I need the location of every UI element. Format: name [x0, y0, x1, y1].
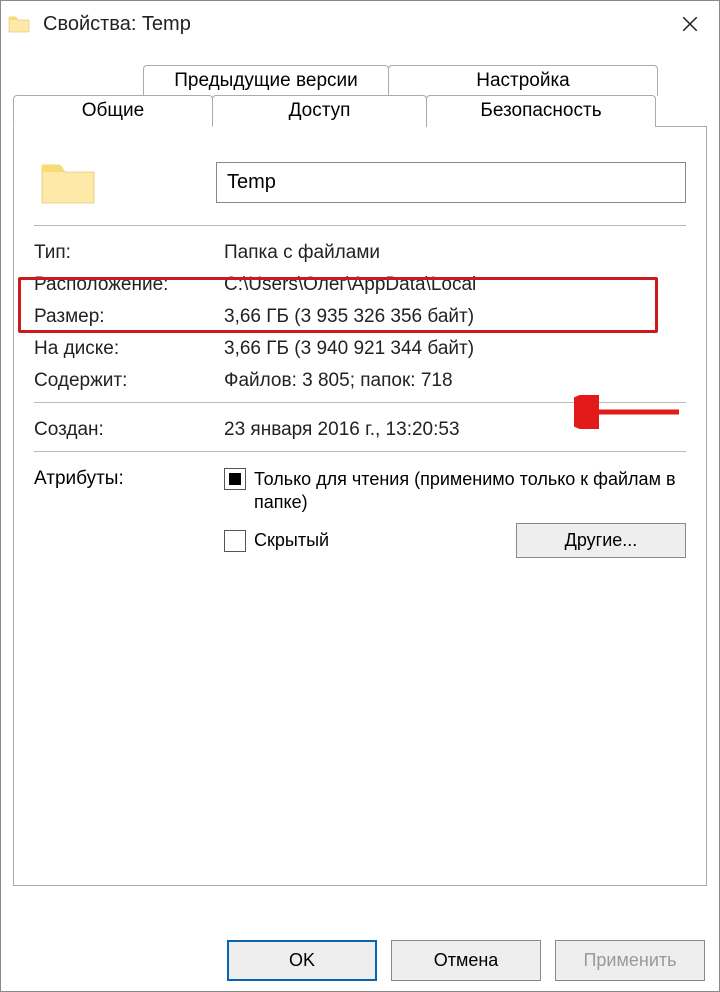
location-label: Расположение:: [34, 274, 224, 296]
content-area: Предыдущие версии Настройка Общие Доступ…: [1, 47, 719, 898]
type-label: Тип:: [34, 242, 224, 264]
tab-customize[interactable]: Настройка: [388, 65, 658, 96]
advanced-button[interactable]: Другие...: [516, 523, 686, 558]
contains-value: Файлов: 3 805; папок: 718: [224, 370, 686, 392]
size-on-disk-label: На диске:: [34, 338, 224, 360]
dialog-buttons: OK Отмена Применить: [227, 940, 705, 981]
folder-icon: [7, 12, 31, 36]
readonly-label: Только для чтения (применимо только к фа…: [254, 468, 686, 513]
tab-general[interactable]: Общие: [13, 95, 213, 127]
properties-dialog: Свойства: Temp Предыдущие версии Настрой…: [0, 0, 720, 992]
apply-button[interactable]: Применить: [555, 940, 705, 981]
tab-panel-general: Тип: Папка с файлами Расположение: C:\Us…: [13, 126, 707, 886]
attributes-label: Атрибуты:: [34, 468, 224, 490]
type-value: Папка с файлами: [224, 242, 686, 264]
tab-security[interactable]: Безопасность: [426, 95, 656, 127]
close-icon: [681, 15, 699, 33]
separator: [34, 451, 686, 452]
created-label: Создан:: [34, 419, 224, 441]
tab-sharing[interactable]: Доступ: [212, 95, 427, 127]
hidden-label: Скрытый: [254, 529, 516, 552]
location-value: C:\Users\Олег\AppData\Local: [224, 274, 686, 296]
close-button[interactable]: [667, 1, 713, 47]
size-value: 3,66 ГБ (3 935 326 356 байт): [224, 306, 686, 328]
tabset: Предыдущие версии Настройка Общие Доступ…: [13, 65, 707, 886]
separator: [34, 402, 686, 403]
readonly-checkbox[interactable]: [224, 468, 246, 490]
folder-icon: [40, 157, 96, 207]
ok-button[interactable]: OK: [227, 940, 377, 981]
created-value: 23 января 2016 г., 13:20:53: [224, 419, 686, 441]
size-on-disk-value: 3,66 ГБ (3 940 921 344 байт): [224, 338, 686, 360]
hidden-checkbox[interactable]: [224, 530, 246, 552]
window-title: Свойства: Temp: [43, 13, 667, 36]
size-label: Размер:: [34, 306, 224, 328]
separator: [34, 225, 686, 226]
contains-label: Содержит:: [34, 370, 224, 392]
tab-previous-versions[interactable]: Предыдущие версии: [143, 65, 389, 96]
titlebar: Свойства: Temp: [1, 1, 719, 47]
folder-name-input[interactable]: [216, 162, 686, 203]
cancel-button[interactable]: Отмена: [391, 940, 541, 981]
